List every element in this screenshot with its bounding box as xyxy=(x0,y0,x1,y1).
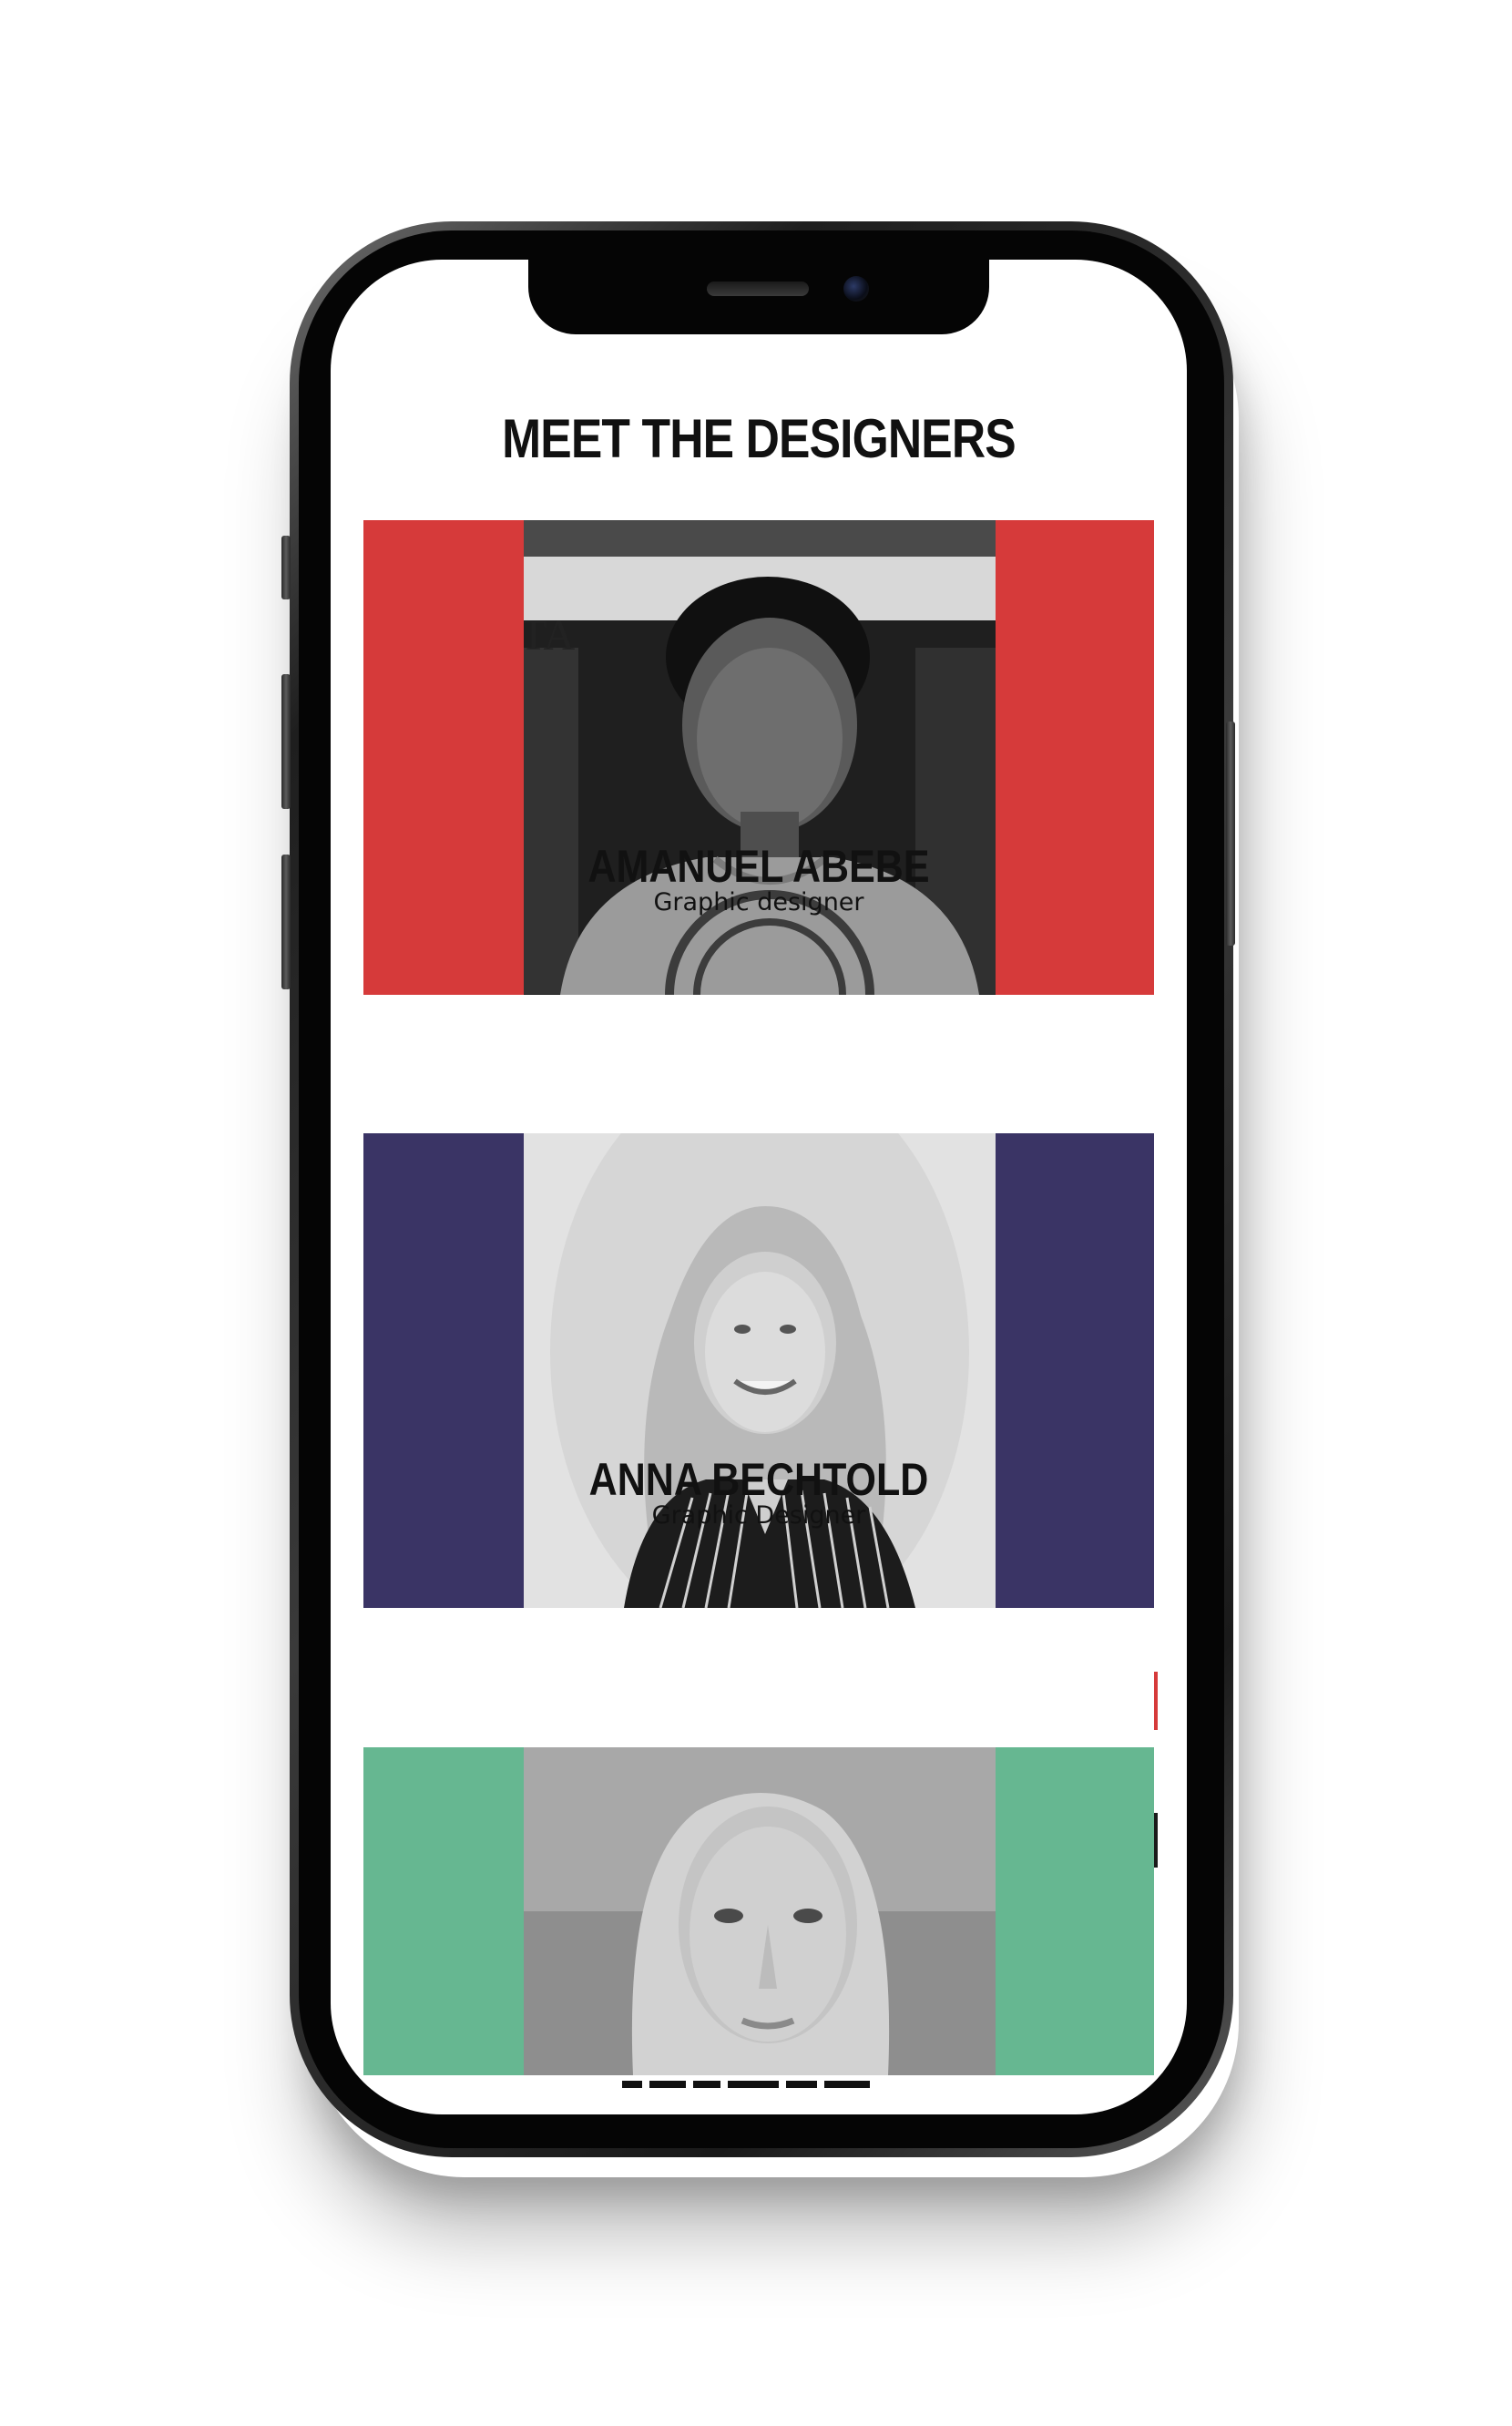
designer-role: Graphic designer xyxy=(653,888,864,916)
svg-text:TA: TA xyxy=(524,611,575,660)
mute-switch xyxy=(281,536,291,599)
portrait-third xyxy=(524,1747,996,2075)
designer-photo[interactable] xyxy=(524,1133,996,1608)
designer-name[interactable]: ANNA BECHTOLD xyxy=(391,1453,1127,1506)
designer-card-banner[interactable]: TA xyxy=(363,520,1154,995)
volume-up-button xyxy=(281,674,291,809)
phone-screen: MEET THE DESIGNERS TA AMANUEL ABEBE Grap… xyxy=(331,260,1187,2114)
speaker-grille-icon xyxy=(707,281,809,296)
portrait-amanuel: TA xyxy=(524,520,996,995)
designer-role: Graphic Designer xyxy=(651,1501,866,1530)
mockup-stage: MEET THE DESIGNERS TA AMANUEL ABEBE Grap… xyxy=(0,0,1512,2426)
designer-photo[interactable]: TA xyxy=(524,520,996,995)
volume-down-button xyxy=(281,855,291,989)
designer-card-banner[interactable] xyxy=(363,1747,1154,2075)
designer-name[interactable]: AMANUEL ABEBE xyxy=(391,840,1127,893)
front-camera-icon xyxy=(843,276,869,302)
edge-accent-red xyxy=(1154,1672,1158,1730)
phone-notch xyxy=(528,260,989,334)
power-button xyxy=(1226,722,1235,946)
portrait-anna xyxy=(524,1133,996,1608)
designer-card-banner[interactable] xyxy=(363,1133,1154,1608)
edge-accent-dark xyxy=(1154,1813,1158,1868)
page-title: MEET THE DESIGNERS xyxy=(502,408,1017,469)
cut-off-text xyxy=(622,2080,895,2093)
designer-photo[interactable] xyxy=(524,1747,996,2075)
